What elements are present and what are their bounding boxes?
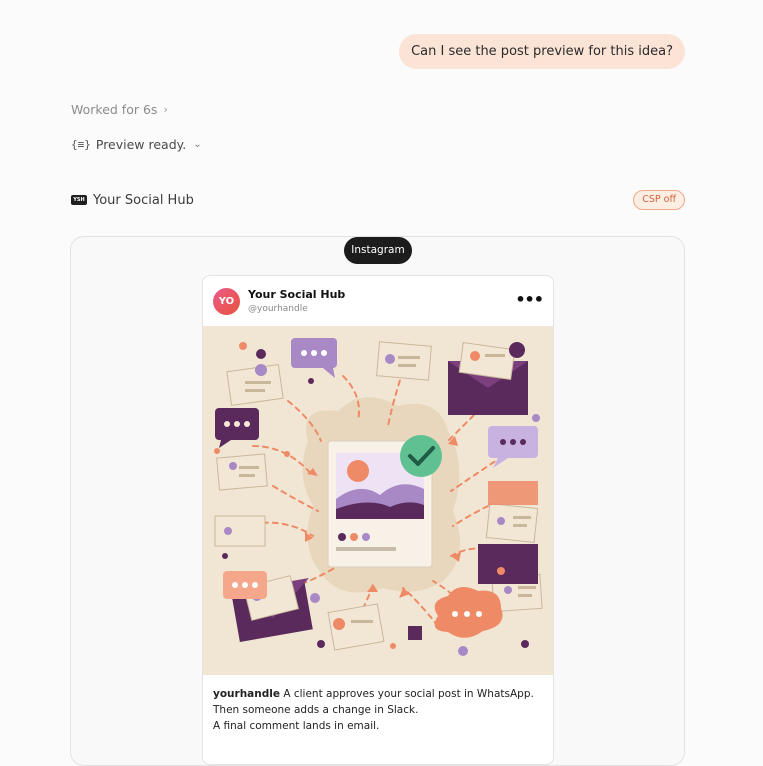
- account-name[interactable]: Your Social Hub: [248, 288, 345, 301]
- app-logo-icon: YSH: [71, 195, 87, 205]
- chevron-right-icon: ›: [163, 103, 168, 116]
- caption-username[interactable]: yourhandle: [213, 688, 280, 700]
- braces-icon: {≡}: [71, 138, 91, 151]
- csp-badge: CSP off: [633, 190, 685, 210]
- worked-for-toggle[interactable]: Worked for 6s ›: [71, 102, 168, 117]
- caption-line: A final comment lands in email.: [213, 720, 380, 732]
- instagram-post-card: YO Your Social Hub @yourhandle ••• yourh…: [202, 275, 554, 765]
- platform-tab-instagram[interactable]: Instagram: [344, 237, 412, 264]
- worked-for-label: Worked for 6s: [71, 102, 158, 117]
- user-message-bubble: Can I see the post preview for this idea…: [399, 34, 685, 69]
- caption-line: Then someone adds a change in Slack.: [213, 704, 419, 716]
- preview-status-toggle[interactable]: {≡} Preview ready. ⌄: [71, 137, 202, 152]
- account-handle: @yourhandle: [248, 304, 308, 314]
- caption-line: A client approves your social post in Wh…: [283, 688, 534, 700]
- post-caption: yourhandle A client approves your social…: [213, 686, 543, 734]
- preview-status-label: Preview ready.: [95, 137, 187, 152]
- app-header: YSH Your Social Hub CSP off: [71, 190, 685, 210]
- avatar[interactable]: YO: [213, 288, 240, 315]
- post-header: YO Your Social Hub @yourhandle •••: [203, 276, 553, 326]
- post-image: [203, 326, 553, 675]
- app-name: Your Social Hub: [93, 192, 194, 208]
- chevron-down-icon: ⌄: [193, 139, 202, 150]
- more-icon[interactable]: •••: [515, 290, 544, 309]
